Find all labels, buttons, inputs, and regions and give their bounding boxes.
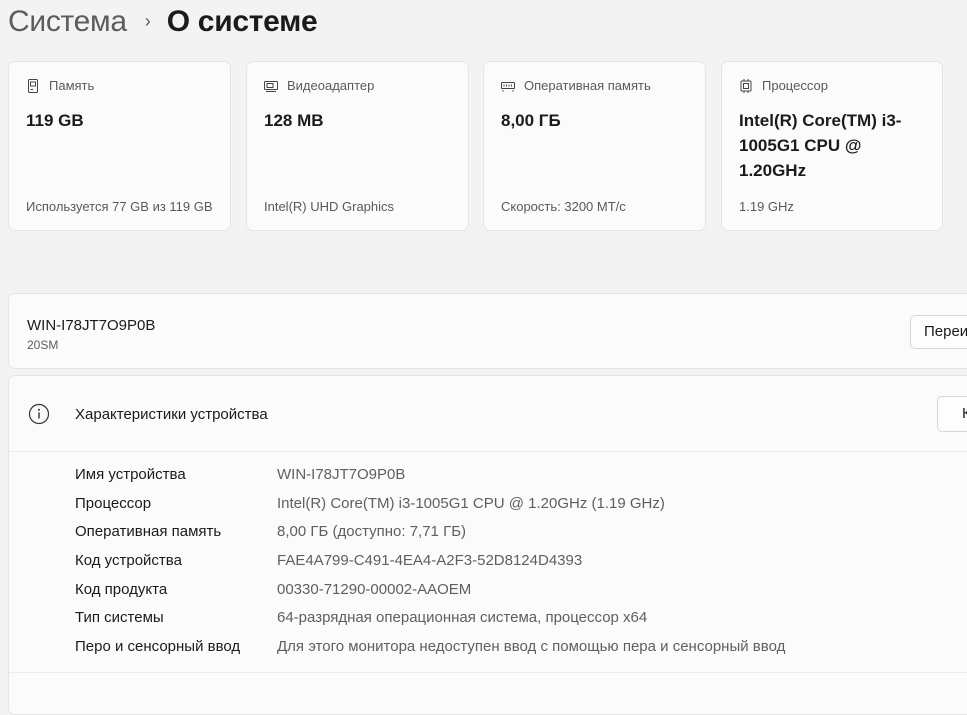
device-specs-list: Имя устройства WIN-I78JT7O9P0B Процессор… bbox=[75, 460, 785, 661]
pc-name-panel: WIN-I78JT7O9P0B 20SM Переи bbox=[8, 293, 967, 369]
spec-label: Перо и сенсорный ввод bbox=[75, 637, 241, 655]
ram-card-title: Оперативная память bbox=[524, 78, 651, 93]
video-adapter-card-value: 128 MB bbox=[264, 111, 324, 130]
spec-label: Код устройства bbox=[75, 551, 182, 569]
processor-icon bbox=[740, 78, 752, 93]
processor-card[interactable]: Процессор Intel(R) Core(TM) i3-1005G1 CP… bbox=[721, 61, 943, 231]
processor-card-value: Intel(R) Core(TM) i3-1005G1 CPU @ 1.20GH… bbox=[739, 111, 902, 180]
spec-value: Для этого монитора недоступен ввод с пом… bbox=[277, 637, 786, 655]
spec-row-device-id: Код устройства FAE4A799-C491-4EA4-A2F3-5… bbox=[75, 546, 785, 575]
spec-value: 8,00 ГБ (доступно: 7,71 ГБ) bbox=[277, 523, 467, 541]
spec-value: WIN-I78JT7O9P0B bbox=[277, 465, 406, 483]
page-title: О системе bbox=[166, 5, 318, 38]
ram-card-sub: Скорость: 3200 MT/c bbox=[501, 199, 626, 214]
device-specs-header[interactable]: Характеристики устройства К bbox=[9, 376, 967, 452]
ram-card-value: 8,00 ГБ bbox=[501, 111, 561, 130]
spec-row-device-name: Имя устройства WIN-I78JT7O9P0B bbox=[75, 460, 785, 489]
breadcrumb-system-link[interactable]: Система bbox=[8, 5, 127, 39]
spec-label: Тип системы bbox=[75, 609, 164, 627]
spec-row-ram: Оперативная память 8,00 ГБ (доступно: 7,… bbox=[75, 517, 785, 546]
storage-card-header: Память bbox=[26, 78, 94, 93]
ram-card-header: Оперативная память bbox=[501, 78, 651, 93]
video-adapter-card[interactable]: Видеоадаптер 128 MB Intel(R) UHD Graphic… bbox=[246, 61, 469, 231]
storage-card-sub: Используется 77 GB из 119 GB bbox=[26, 199, 213, 214]
spec-row-product-id: Код продукта 00330-71290-00002-AAOEM bbox=[75, 575, 785, 604]
device-specs-panel: Характеристики устройства К Имя устройст… bbox=[8, 375, 967, 715]
storage-card[interactable]: Память 119 GB Используется 77 GB из 119 … bbox=[8, 61, 231, 231]
storage-card-value: 119 GB bbox=[26, 111, 84, 130]
ram-card[interactable]: Оперативная память 8,00 ГБ Скорость: 320… bbox=[483, 61, 706, 231]
ram-icon bbox=[501, 81, 515, 91]
breadcrumb: Система › О системе bbox=[8, 2, 318, 42]
storage-card-title: Память bbox=[49, 78, 95, 93]
device-specs-title: Характеристики устройства bbox=[75, 406, 268, 423]
spec-row-pen-touch: Перо и сенсорный ввод Для этого монитора… bbox=[75, 632, 785, 661]
pc-name: WIN-I78JT7O9P0B bbox=[27, 317, 156, 334]
rename-pc-button[interactable]: Переи bbox=[910, 315, 967, 349]
processor-card-sub: 1.19 GHz bbox=[739, 199, 794, 214]
divider bbox=[9, 672, 967, 673]
processor-card-header: Процессор bbox=[739, 78, 828, 93]
storage-icon bbox=[28, 78, 38, 93]
pc-model: 20SM bbox=[27, 338, 59, 352]
spec-value: Intel(R) Core(TM) i3-1005G1 CPU @ 1.20GH… bbox=[277, 494, 665, 512]
info-icon bbox=[28, 403, 50, 425]
spec-label: Оперативная память bbox=[75, 523, 222, 541]
spec-row-system-type: Тип системы 64-разрядная операционная си… bbox=[75, 603, 785, 632]
video-adapter-card-title: Видеоадаптер bbox=[287, 78, 375, 93]
spec-value: FAE4A799-C491-4EA4-A2F3-52D8124D4393 bbox=[277, 551, 583, 569]
video-adapter-card-header: Видеоадаптер bbox=[264, 78, 374, 93]
breadcrumb-separator: › bbox=[144, 10, 151, 31]
spec-label: Имя устройства bbox=[75, 465, 186, 483]
spec-value: 00330-71290-00002-AAOEM bbox=[277, 580, 472, 598]
processor-card-title: Процессор bbox=[762, 78, 828, 93]
video-adapter-card-sub: Intel(R) UHD Graphics bbox=[264, 199, 395, 214]
copy-button[interactable]: К bbox=[937, 396, 967, 432]
display-adapter-icon bbox=[264, 80, 278, 92]
spec-row-processor: Процессор Intel(R) Core(TM) i3-1005G1 CP… bbox=[75, 489, 785, 518]
spec-label: Код продукта bbox=[75, 580, 168, 598]
spec-value: 64-разрядная операционная система, проце… bbox=[277, 609, 648, 627]
spec-label: Процессор bbox=[75, 494, 152, 512]
